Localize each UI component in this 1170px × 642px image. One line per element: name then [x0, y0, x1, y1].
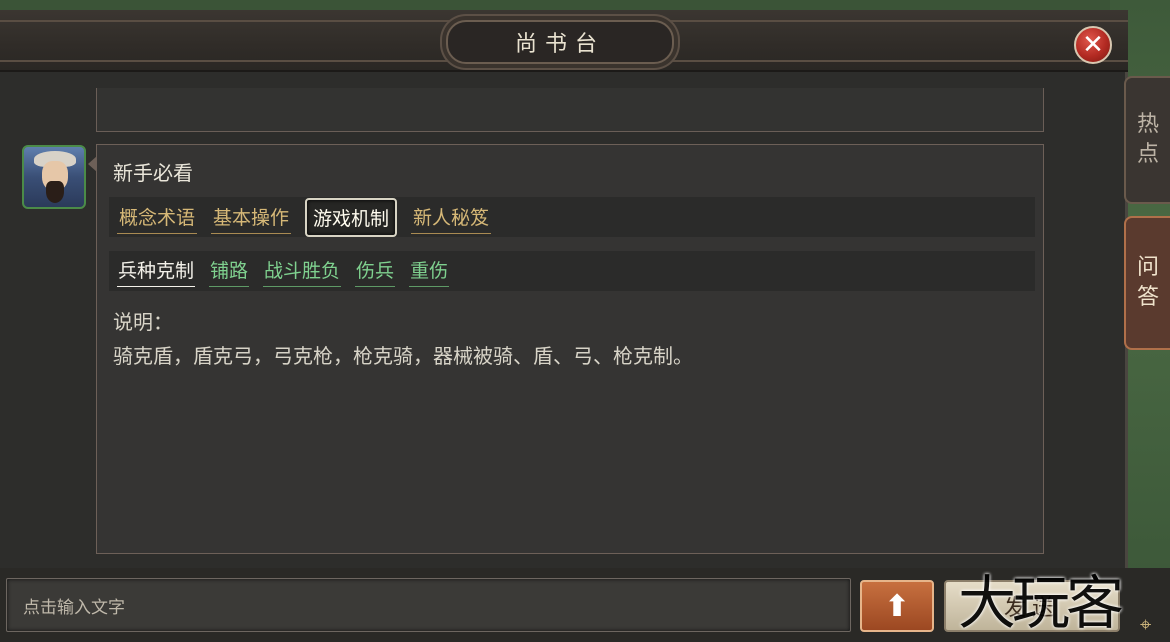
tab-hot-label-2: 点: [1136, 142, 1159, 167]
watermark-logo: 大玩客: [958, 569, 1124, 637]
subtopic-severe-wounds[interactable]: 重伤: [409, 255, 450, 287]
avatar-beard: [46, 181, 64, 203]
category-newbie-tips[interactable]: 新人秘笈: [411, 201, 492, 234]
tab-qa-label-2: 答: [1136, 285, 1159, 310]
title-plate: 尚书台: [446, 20, 674, 64]
tab-qa[interactable]: 问 答: [1124, 216, 1170, 350]
subtopic-road-building[interactable]: 铺路: [209, 255, 250, 287]
previous-message-strip: [96, 88, 1044, 132]
subtopic-battle-result[interactable]: 战斗胜负: [263, 255, 342, 287]
category-basic-ops[interactable]: 基本操作: [211, 201, 292, 234]
category-row: 概念术语 基本操作 游戏机制 新人秘笈: [109, 197, 1035, 237]
chat-heading: 新手必看: [113, 161, 193, 185]
description-label: 说明：: [113, 310, 173, 334]
category-concepts[interactable]: 概念术语: [117, 201, 198, 234]
description: 说明： 骑克盾，盾克弓，弓克枪，枪克骑，器械被骑、盾、弓、枪克制。: [113, 305, 693, 373]
subtopic-unit-counters[interactable]: 兵种克制: [117, 255, 196, 287]
description-text: 骑克盾，盾克弓，弓克枪，枪克骑，器械被骑、盾、弓、枪克制。: [113, 344, 693, 368]
category-game-mechanics[interactable]: 游戏机制: [305, 197, 398, 237]
map-pin-icon: ⌖: [1140, 612, 1152, 636]
chat-input[interactable]: 点击输入文字: [6, 578, 851, 632]
tab-hot-label-1: 热: [1136, 112, 1159, 137]
arrow-up-icon: ⬆: [884, 588, 910, 624]
tab-qa-label-1: 问: [1136, 255, 1159, 280]
chat-bubble: 新手必看 概念术语 基本操作 游戏机制 新人秘笈 兵种克制 铺路 战斗胜负 伤兵…: [96, 144, 1044, 554]
subtopic-row: 兵种克制 铺路 战斗胜负 伤兵 重伤: [109, 251, 1035, 291]
dialog-title: 尚书台: [514, 32, 605, 57]
close-icon: ✕: [1082, 30, 1104, 60]
advisor-avatar: [22, 145, 86, 209]
close-button[interactable]: ✕: [1074, 26, 1112, 64]
tab-hot-topics[interactable]: 热 点: [1124, 76, 1170, 204]
chat-input-placeholder: 点击输入文字: [23, 597, 125, 618]
subtopic-wounded[interactable]: 伤兵: [355, 255, 396, 287]
scroll-up-button[interactable]: ⬆: [860, 580, 934, 632]
